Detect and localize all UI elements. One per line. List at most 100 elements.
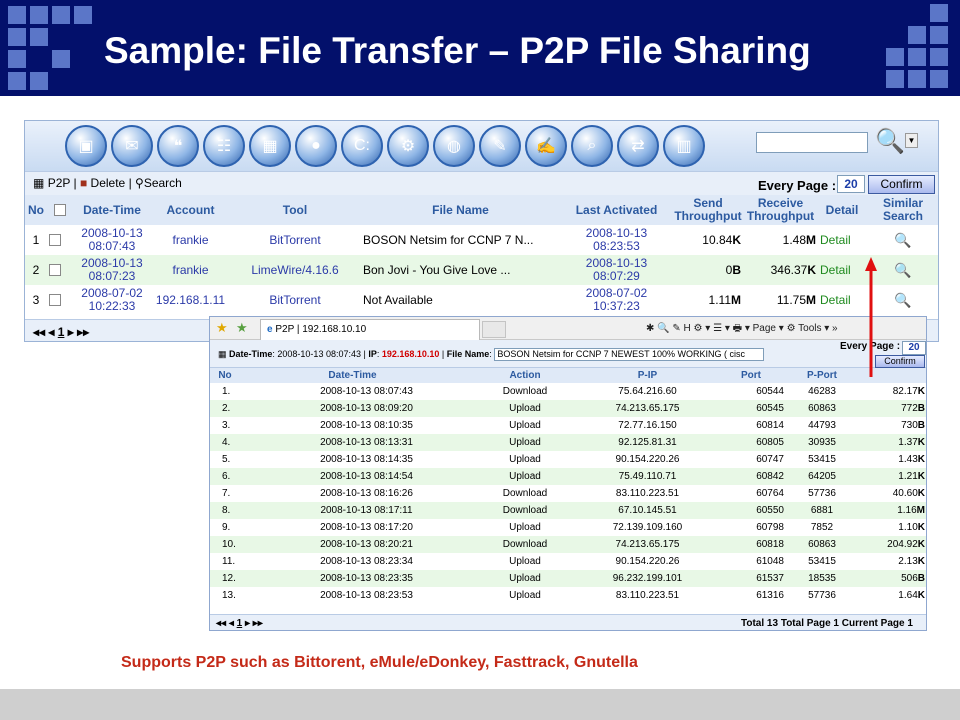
row-port: 60798	[756, 521, 784, 533]
row-no: 2.	[210, 400, 240, 417]
table-row: 10. 2008-10-13 08:20:21 Download 74.213.65.…	[210, 536, 926, 553]
confirm-button[interactable]: Confirm	[875, 355, 925, 368]
col-receive-throughput[interactable]: Receive Throughput	[743, 195, 818, 225]
similar-search-icon[interactable]: 🔍	[894, 293, 911, 307]
select-all-checkbox[interactable]	[47, 195, 72, 225]
server-icon[interactable]: ▣	[65, 125, 107, 167]
chevron-down-icon[interactable]: ▼	[905, 133, 918, 148]
col-size[interactable]	[852, 368, 926, 383]
confirm-button[interactable]: Confirm	[868, 175, 935, 194]
box-icon[interactable]: ▦	[249, 125, 291, 167]
row-no: 7.	[222, 487, 231, 499]
row-file-name[interactable]: BOSON Netsim for CCNP 7 N...	[361, 225, 560, 255]
notes-icon[interactable]: ✍	[525, 125, 567, 167]
favorites-star-icon[interactable]: ★	[216, 320, 228, 336]
header-square	[8, 50, 26, 68]
search-icon[interactable]: 🔍	[875, 127, 905, 156]
web-icon[interactable]: ☷	[203, 125, 245, 167]
col-similar-search[interactable]: Similar Search	[866, 195, 938, 225]
row-account[interactable]: frankie	[152, 255, 229, 285]
search-link[interactable]: Search	[144, 176, 182, 190]
row-p-port: 18535	[792, 570, 852, 587]
add-favorite-icon[interactable]: ★	[236, 320, 248, 336]
row-file-name[interactable]: Not Available	[361, 285, 560, 315]
row-no: 8.	[210, 502, 240, 519]
col-p-port[interactable]: P-Port	[792, 368, 852, 383]
row-detail-link[interactable]: Detail	[818, 225, 866, 255]
every-page-input[interactable]: 20	[902, 341, 926, 355]
ie-icon: e	[267, 324, 273, 335]
row-p-port: 57736	[808, 487, 836, 499]
col-action[interactable]: Action	[465, 368, 585, 383]
row-account[interactable]: 192.168.1.11	[152, 285, 229, 315]
row-date-time: 2008-10-13 08:23:53	[320, 589, 413, 601]
chat-icon[interactable]: ❝	[157, 125, 199, 167]
row-action: Upload	[509, 555, 541, 567]
col-no[interactable]: No	[210, 368, 240, 383]
col-p-ip[interactable]: P-IP	[585, 368, 710, 383]
row-similar-search[interactable]: 🔍	[866, 225, 938, 255]
every-page-input[interactable]: 20	[837, 175, 865, 193]
search-input[interactable]	[756, 132, 868, 153]
pager-first-prev[interactable]: ◂◂ ◂	[216, 618, 237, 629]
col-date-time[interactable]: Date-Time	[72, 195, 152, 225]
col-tool[interactable]: Tool	[229, 195, 361, 225]
p2p-link[interactable]: P2P	[48, 176, 70, 190]
similar-search-icon[interactable]: 🔍	[894, 233, 911, 247]
row-no: 10.	[210, 536, 240, 553]
row-p-ip: 75.49.110.71	[585, 468, 710, 485]
header-square	[930, 4, 948, 22]
filename-field[interactable]: BOSON Netsim for CCNP 7 NEWEST 100% WORK…	[494, 348, 765, 361]
col-port[interactable]: Port	[710, 368, 792, 383]
new-tab-button[interactable]	[482, 321, 506, 338]
row-no: 11.	[222, 555, 236, 567]
row-file-name[interactable]: Bon Jovi - You Give Love ...	[361, 255, 560, 285]
browser-tools[interactable]: ✱ 🔍 ✎ H ⚙ ▾ ☰ ▾ 🖶 ▾ Page ▾ ⚙ Tools ▾ »	[646, 321, 838, 338]
pager-next-last[interactable]: ▸ ▸▸	[64, 325, 89, 339]
row-port: 60747	[756, 453, 784, 465]
chart-icon[interactable]: ▥	[663, 125, 705, 167]
row-checkbox[interactable]	[47, 255, 72, 285]
table-row: 1 2008-10-13 08:07:43 frankie BitTorrent BOSO…	[25, 225, 938, 255]
row-checkbox[interactable]	[47, 285, 72, 315]
pager-next-last[interactable]: ▸ ▸▸	[242, 618, 263, 629]
pager-first-prev[interactable]: ◂◂ ◂	[33, 325, 58, 339]
row-action: Upload	[509, 521, 541, 533]
row-size: 506B	[852, 570, 926, 587]
col-account[interactable]: Account	[152, 195, 229, 225]
row-action: Upload	[509, 453, 541, 465]
row-date-time: 2008-10-13 08:07:23	[72, 255, 152, 285]
delete-link[interactable]: Delete	[91, 176, 126, 190]
gear-icon[interactable]: ⚙	[387, 125, 429, 167]
row-date-time: 2008-10-13 08:23:35	[240, 570, 465, 587]
row-detail-link[interactable]: Detail	[818, 255, 866, 285]
p2p-log-table: No Date-Time Account Tool File Name Last Acti…	[25, 195, 938, 315]
row-port: 60545	[710, 400, 792, 417]
search-icon: ⚲	[135, 176, 144, 190]
row-size: 2.13K	[898, 555, 925, 567]
col-date-time[interactable]: Date-Time	[240, 368, 465, 383]
col-detail[interactable]: Detail	[818, 195, 866, 225]
col-file-name[interactable]: File Name	[361, 195, 560, 225]
row-checkbox[interactable]	[47, 225, 72, 255]
globe-icon[interactable]: ◍	[433, 125, 475, 167]
row-send-throughput: 10.84K	[702, 233, 741, 247]
browser-tab[interactable]: e P2P | 192.168.10.10	[260, 319, 480, 340]
transfer-icon[interactable]: ⇄	[617, 125, 659, 167]
row-account[interactable]: frankie	[152, 225, 229, 255]
row-detail-link[interactable]: Detail	[818, 285, 866, 315]
terminal-icon[interactable]: C:	[341, 125, 383, 167]
tools-icon[interactable]: ✎	[479, 125, 521, 167]
p2p-icon[interactable]: ●	[295, 125, 337, 167]
row-no: 1.	[222, 385, 231, 397]
row-action: Upload	[465, 400, 585, 417]
row-action: Download	[465, 502, 585, 519]
transfer-detail-table: No Date-Time Action P-IP Port P-Port 1. 2008-1…	[210, 368, 926, 604]
table-row: 8. 2008-10-13 08:17:11 Download 67.10.145.5…	[210, 502, 926, 519]
mail-icon[interactable]: ✉	[111, 125, 153, 167]
col-send-throughput[interactable]: Send Throughput	[673, 195, 743, 225]
search-folder-icon[interactable]: ⌕	[571, 125, 613, 167]
similar-search-icon[interactable]: 🔍	[894, 263, 911, 277]
col-last-activated[interactable]: Last Activated	[560, 195, 673, 225]
row-tool: LimeWire/4.16.6	[229, 255, 361, 285]
